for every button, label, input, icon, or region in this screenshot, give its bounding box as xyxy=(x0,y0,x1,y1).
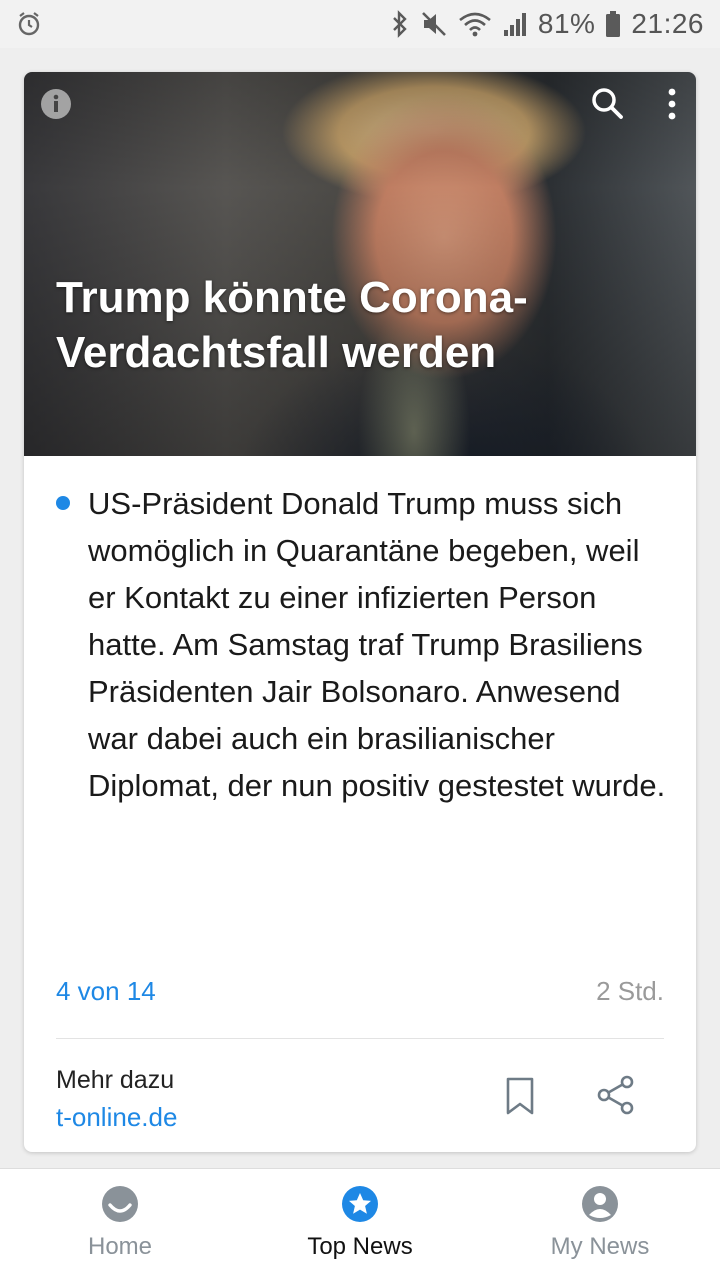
bluetooth-icon xyxy=(393,10,407,38)
share-icon[interactable] xyxy=(596,1074,636,1116)
wifi-icon xyxy=(459,12,491,37)
search-icon[interactable] xyxy=(590,86,624,120)
nav-item-my-news[interactable]: My News xyxy=(480,1169,720,1280)
article-summary: US-Präsident Donald Trump muss sich womö… xyxy=(88,486,666,803)
bottom-navigation: Home Top News My News xyxy=(0,1168,720,1280)
nav-label-home: Home xyxy=(87,1233,153,1260)
nav-item-home[interactable]: Home xyxy=(0,1169,240,1280)
divider xyxy=(56,1038,664,1039)
mute-icon xyxy=(421,12,446,36)
battery-icon xyxy=(606,11,621,37)
article-age: 2 Std. xyxy=(596,976,664,1006)
account-icon xyxy=(582,1186,618,1222)
status-bar: 81% 21:26 xyxy=(0,0,720,48)
bookmark-icon[interactable] xyxy=(502,1076,538,1116)
news-card[interactable]: Trump könnte Corona-Verdachtsfall werden… xyxy=(24,72,696,1152)
article-counter: 4 von 14 xyxy=(56,976,156,1006)
bullet-dot xyxy=(56,496,70,510)
nav-label-my-news: My News xyxy=(550,1233,650,1260)
clock-time: 21:26 xyxy=(631,8,704,39)
nav-item-top-news[interactable]: Top News xyxy=(240,1169,480,1280)
article-headline: Trump könnte Corona-Verdachtsfall werden xyxy=(56,273,528,377)
article-hero-image: Trump könnte Corona-Verdachtsfall werden xyxy=(24,72,696,456)
more-options-icon[interactable] xyxy=(660,86,684,122)
signal-icon xyxy=(503,13,526,36)
status-icons: 81% 21:26 xyxy=(390,0,704,48)
source-link[interactable]: t-online.de xyxy=(56,1102,177,1133)
battery-percent: 81% xyxy=(537,8,596,39)
more-label: Mehr dazu xyxy=(56,1066,175,1094)
nav-label-top-news: Top News xyxy=(307,1233,413,1260)
smiley-icon xyxy=(102,1186,138,1222)
info-icon[interactable] xyxy=(40,88,72,120)
star-icon xyxy=(342,1186,378,1222)
alarm-clock-icon xyxy=(18,12,40,36)
hero-shade xyxy=(24,72,696,456)
